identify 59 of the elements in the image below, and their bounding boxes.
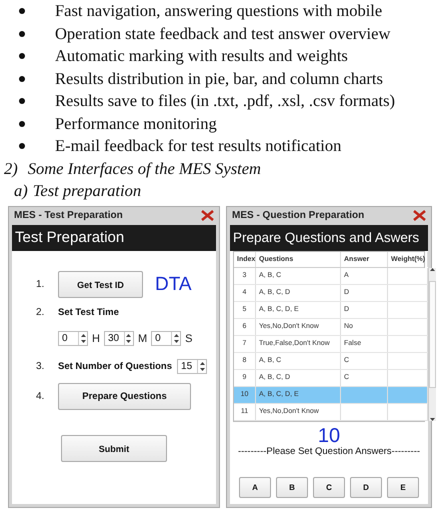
question-number: 10 [318, 426, 340, 446]
bullet-text: E-mail feedback for test results notification [55, 136, 342, 156]
answer-button[interactable]: B [276, 476, 308, 498]
number-spinner[interactable]: 15 [177, 359, 208, 374]
submit-button[interactable]: Submit [61, 435, 167, 462]
scroll-bar[interactable] [428, 268, 436, 420]
bullet-icon [19, 8, 25, 14]
header-title: Prepare Questions and Aswers [233, 230, 420, 245]
bullet-icon [19, 120, 25, 127]
answer-prompt: ---------Please Set Question Answers--------- [238, 446, 420, 456]
unit-label: S [185, 332, 192, 344]
number-spinner[interactable]: 0 [58, 331, 88, 346]
section-number: 2) [4, 158, 18, 178]
answer-button[interactable]: D [350, 476, 382, 498]
prepare-questions-button[interactable]: Prepare Questions [58, 383, 191, 410]
number-spinner[interactable]: 30 [104, 331, 134, 346]
up-arrow-icon[interactable] [200, 362, 205, 365]
answer-button[interactable]: E [387, 476, 419, 498]
step-number: 1. [36, 279, 46, 290]
test-id-text: DTA [155, 274, 192, 296]
bullet-icon [19, 76, 25, 82]
down-arrow-icon[interactable] [430, 418, 435, 420]
subsection-number: a) [14, 180, 28, 200]
answer-button[interactable]: A [239, 476, 271, 498]
bullet-text: Results distribution in pie, bar, and column charts [55, 68, 383, 89]
section-heading: Some Interfaces of the MES System [28, 158, 261, 178]
header-title: Test Preparation [15, 229, 124, 246]
answer-button[interactable]: C [313, 476, 345, 498]
window-title: MES - Question Preparation [232, 210, 364, 221]
bullet-icon [19, 53, 25, 60]
step-number: 3. [36, 361, 46, 372]
number-spinner[interactable]: 0 [151, 331, 182, 346]
up-arrow-icon[interactable] [174, 334, 179, 337]
bullet-text: Results save to files (in .txt, .pdf, .xsl, .csv formats) [55, 91, 396, 112]
subsection-heading: Test preparation [32, 180, 142, 200]
step-number: 4. [36, 391, 46, 402]
bullet-icon [19, 98, 25, 104]
down-arrow-icon[interactable] [174, 340, 179, 344]
bullet-icon [19, 143, 25, 150]
down-arrow-icon[interactable] [80, 340, 86, 344]
bullet-icon [19, 30, 25, 37]
up-arrow-icon[interactable] [430, 268, 435, 270]
bullet-text: Fast navigation, answering questions with mobile [55, 1, 382, 22]
down-arrow-icon[interactable] [126, 340, 132, 344]
up-arrow-icon[interactable] [80, 334, 86, 337]
bullet-text: Operation state feedback and test answer overview [55, 24, 390, 44]
unit-label: M [138, 332, 148, 344]
window-title: MES - Test Preparation [14, 210, 123, 221]
bullet-text: Automatic marking with results and weights [55, 46, 348, 66]
step-label: Set Test Time [58, 307, 119, 318]
up-arrow-icon[interactable] [126, 334, 132, 337]
step-label: Set Number of Questions [58, 361, 172, 372]
close-icon[interactable] [413, 210, 426, 221]
bullet-text: Performance monitoring [55, 114, 217, 134]
close-icon[interactable] [201, 210, 214, 221]
down-arrow-icon[interactable] [200, 368, 205, 372]
get-id-button[interactable]: Get Test ID [58, 271, 143, 298]
unit-label: H [92, 332, 100, 344]
step-number: 2. [36, 307, 46, 318]
